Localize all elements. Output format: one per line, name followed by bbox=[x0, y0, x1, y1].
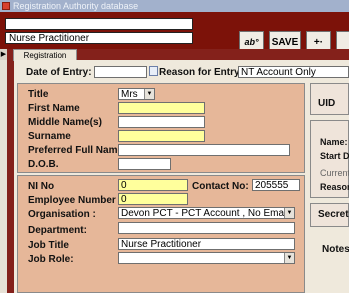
job-role-label: Job Role: bbox=[28, 254, 74, 265]
chevron-down-icon[interactable]: ▼ bbox=[144, 89, 154, 99]
department-field[interactable] bbox=[118, 222, 295, 234]
job-title-label: Job Title bbox=[28, 240, 69, 251]
first-name-field[interactable] bbox=[118, 102, 205, 114]
name-label: Name: bbox=[320, 137, 348, 147]
record-selector-strip bbox=[0, 49, 7, 293]
header-name-field[interactable] bbox=[5, 18, 193, 30]
department-label: Department: bbox=[28, 225, 87, 236]
preferred-name-field[interactable] bbox=[118, 144, 290, 156]
reason-for-entry-dropdown[interactable]: NT Account Only bbox=[238, 66, 349, 78]
organisation-dropdown[interactable]: Devon PCT - PCT Account , No Email ▼ bbox=[118, 207, 295, 219]
notes-label: Notes bbox=[322, 244, 349, 255]
window-title: Registration Authority database bbox=[13, 1, 139, 11]
chevron-down-icon[interactable]: ▼ bbox=[284, 253, 294, 263]
title-value: Mrs bbox=[121, 89, 138, 100]
calendar-icon[interactable] bbox=[149, 66, 158, 76]
organisation-value: Devon PCT - PCT Account , No Email bbox=[121, 208, 289, 219]
preferred-name-label: Preferred Full Name bbox=[28, 145, 124, 156]
middle-name-field[interactable] bbox=[118, 116, 205, 128]
surname-field[interactable] bbox=[118, 130, 205, 142]
title-label: Title bbox=[28, 89, 49, 100]
start-date-label: Start D bbox=[320, 151, 349, 161]
contact-number-field[interactable]: 205555 bbox=[252, 179, 300, 191]
dob-field[interactable] bbox=[118, 158, 171, 170]
window-titlebar: Registration Authority database bbox=[0, 0, 349, 12]
employee-number-label: Employee Number bbox=[28, 195, 116, 206]
date-of-entry-field[interactable] bbox=[94, 66, 147, 78]
chevron-down-icon[interactable]: ▼ bbox=[284, 208, 294, 218]
header-role-field[interactable]: Nurse Practitioner bbox=[5, 32, 193, 44]
reason-for-entry-label: Reason for Entry: bbox=[159, 67, 243, 78]
job-title-field[interactable]: Nurse Practitioner bbox=[118, 238, 295, 250]
surname-label: Surname bbox=[28, 131, 71, 142]
title-dropdown[interactable]: Mrs ▼ bbox=[118, 88, 155, 100]
dob-label: D.O.B. bbox=[28, 159, 59, 170]
reason-label: Reason bbox=[320, 182, 349, 192]
organisation-label: Organisation : bbox=[28, 209, 96, 220]
employee-number-field[interactable]: 0 bbox=[118, 193, 188, 205]
contact-number-label: Contact No: bbox=[192, 181, 249, 192]
current-label: Current bbox=[320, 168, 349, 178]
date-of-entry-label: Date of Entry: bbox=[26, 67, 92, 78]
app-icon bbox=[2, 2, 10, 10]
ni-number-field[interactable]: 0 bbox=[118, 179, 188, 191]
record-selector-arrow-icon[interactable]: ▶ bbox=[0, 49, 7, 60]
secret-label: Secret bbox=[318, 209, 349, 220]
first-name-label: First Name bbox=[28, 103, 80, 114]
middle-name-label: Middle Name(s) bbox=[28, 117, 102, 128]
form-header: Nurse Practitioner ab° SAVE +· bbox=[0, 12, 349, 54]
ni-number-label: NI No bbox=[28, 181, 55, 192]
job-role-dropdown[interactable]: ▼ bbox=[118, 252, 295, 264]
uid-label: UID bbox=[318, 98, 336, 109]
